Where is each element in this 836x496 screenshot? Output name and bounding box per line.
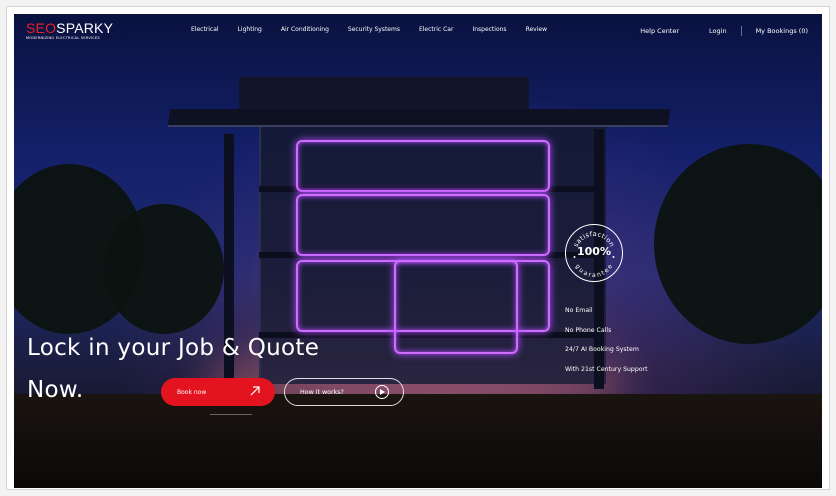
feature-item: 24/7 AI Booking System — [565, 346, 639, 353]
login-link[interactable]: Login — [709, 27, 727, 35]
nav-link-inspections[interactable]: Inspections — [472, 26, 506, 33]
hero-section: SEOSPARKY MODERNIZING ELECTRICAL SERVICE… — [14, 14, 822, 488]
decorative-line — [210, 414, 252, 415]
badge-percent: 100% — [577, 245, 611, 258]
nav-link-electrical[interactable]: Electrical — [191, 26, 219, 33]
nav-link-lighting[interactable]: Lighting — [238, 26, 262, 33]
nav-links: Electrical Lighting Air Conditioning Sec… — [191, 26, 566, 33]
feature-item: With 21st Century Support — [565, 365, 648, 373]
feature-item: No Phone Calls — [565, 326, 612, 334]
top-navigation: SEOSPARKY MODERNIZING ELECTRICAL SERVICE… — [14, 14, 822, 48]
nav-account: Help Center Login My Bookings (0) — [640, 26, 808, 36]
neon-frame-middle — [296, 194, 550, 256]
my-bookings-link[interactable]: My Bookings (0) — [756, 27, 808, 35]
badge-bottom-text: guarantee — [574, 263, 614, 279]
nav-divider — [740, 26, 742, 36]
arrow-up-right-icon — [250, 386, 260, 396]
satisfaction-badge: satisfaction guarantee 100% — [565, 224, 623, 282]
main-roof — [167, 109, 671, 127]
feature-item: No Email — [565, 307, 593, 314]
svg-text:guarantee: guarantee — [574, 263, 615, 279]
logo-tagline: MODERNIZING ELECTRICAL SERVICES — [26, 36, 100, 40]
neon-frame-top — [296, 140, 550, 192]
nav-link-air-conditioning[interactable]: Air Conditioning — [281, 26, 329, 33]
play-circle-icon — [375, 385, 389, 399]
logo[interactable]: SEOSPARKY MODERNIZING ELECTRICAL SERVICE… — [26, 20, 113, 40]
logo-white-part: SPARKY — [56, 20, 114, 36]
tree-right — [654, 144, 822, 344]
upper-roof — [239, 77, 529, 109]
tree-left-small — [104, 204, 224, 334]
book-now-label: Book now — [177, 388, 207, 396]
logo-red-part: SEO — [26, 20, 57, 36]
nav-link-security-systems[interactable]: Security Systems — [348, 26, 400, 33]
how-it-works-button[interactable]: How it works? — [284, 378, 404, 406]
nav-link-review[interactable]: Review — [526, 26, 547, 33]
how-it-works-label: How it works? — [300, 388, 344, 396]
nav-link-electric-car[interactable]: Electric Car — [419, 26, 453, 33]
headline-line-1: Lock in your Job & Quote — [27, 335, 320, 361]
help-center-link[interactable]: Help Center — [640, 27, 679, 35]
book-now-button[interactable]: Book now — [161, 378, 275, 406]
logo-wordmark: SEOSPARKY — [26, 20, 113, 36]
feature-list: No Email No Phone Calls 24/7 AI Booking … — [565, 307, 648, 385]
